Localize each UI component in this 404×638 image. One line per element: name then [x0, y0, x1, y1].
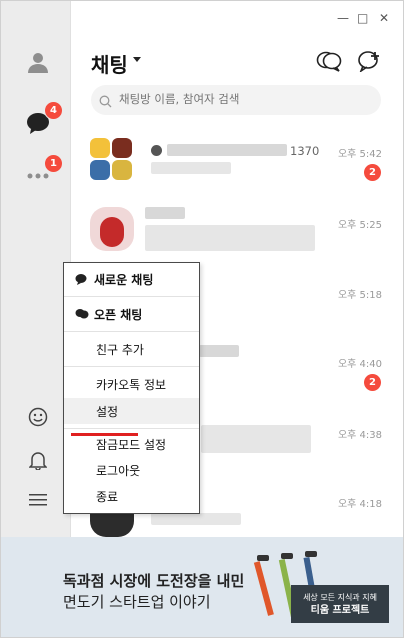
menu-item-logout[interactable]: 로그아웃	[64, 457, 199, 483]
search-icon	[99, 93, 112, 112]
ad-badge-title: 티움 프로젝트	[310, 605, 370, 616]
chat-bubble-icon	[75, 273, 87, 288]
menu-item-label: 오픈 채팅	[94, 307, 143, 322]
ad-badge-tagline: 세상 모든 지식과 지혜	[303, 593, 377, 602]
menu-hamburger-icon[interactable]	[23, 485, 53, 515]
menu-item-add-friend[interactable]: 친구 추가	[64, 336, 199, 362]
chat-row[interactable]: 1370 오후 5:42 2	[87, 136, 387, 196]
menu-item-exit[interactable]: 종료	[64, 483, 199, 509]
menu-item-kakao-info[interactable]: 카카오톡 정보	[64, 371, 199, 397]
chat-time: 오후 5:42	[337, 149, 382, 160]
friends-person-icon[interactable]	[23, 47, 53, 77]
unread-badge: 2	[364, 164, 381, 181]
menu-item-settings[interactable]: 설정	[64, 398, 199, 424]
chats-unread-badge: 4	[44, 101, 63, 120]
unread-badge: 2	[364, 374, 381, 391]
ad-headline: 독과점 시장에 도전장을 내민	[63, 572, 245, 590]
context-menu: 새로운 채팅 오픈 채팅 친구 추가 카카오톡 정보 설정 잠금모드 설정 로그…	[63, 262, 200, 514]
chat-time: 오후 4:40	[337, 359, 382, 370]
settings-highlight-underline	[71, 433, 138, 436]
member-count: 1370	[290, 144, 320, 158]
more-badge: 1	[44, 154, 63, 173]
open-chat-icon[interactable]	[315, 49, 343, 73]
notification-bell-icon[interactable]	[23, 445, 53, 475]
chat-time: 오후 4:38	[337, 430, 382, 441]
chat-time: 오후 4:18	[337, 499, 382, 510]
chat-avatar	[90, 207, 134, 251]
ad-subheadline: 면도기 스타트업 이야기	[63, 593, 211, 611]
chat-time: 오후 5:25	[337, 220, 382, 231]
chat-time: 오후 5:18	[337, 290, 382, 301]
menu-item-label: 새로운 채팅	[94, 272, 154, 287]
maximize-button[interactable]: □	[357, 11, 368, 25]
open-chat-bubble-icon	[75, 308, 89, 323]
close-button[interactable]: ✕	[379, 11, 389, 25]
page-title[interactable]: 채팅	[91, 49, 128, 78]
ad-brand-badge: 세상 모든 지식과 지혜 티움 프로젝트	[291, 585, 389, 623]
menu-item-open-chat[interactable]: 오픈 채팅	[64, 301, 199, 327]
kakaotalk-window: 4 1 — □ ✕ 채팅 채팅방 이름, 참여자 검색 1370 오후 5:42…	[0, 0, 404, 638]
group-chat-icon	[151, 145, 162, 156]
minimize-button[interactable]: —	[337, 11, 349, 25]
chat-row[interactable]: 오후 5:25	[87, 207, 387, 267]
group-avatar	[90, 138, 134, 182]
chevron-down-icon[interactable]	[133, 57, 141, 62]
search-bar	[91, 85, 381, 115]
search-input[interactable]	[117, 91, 371, 107]
sidebar: 4 1	[1, 1, 71, 537]
menu-item-new-chat[interactable]: 새로운 채팅	[64, 266, 199, 292]
emoticon-icon[interactable]	[23, 402, 53, 432]
new-chat-icon[interactable]	[355, 49, 383, 73]
